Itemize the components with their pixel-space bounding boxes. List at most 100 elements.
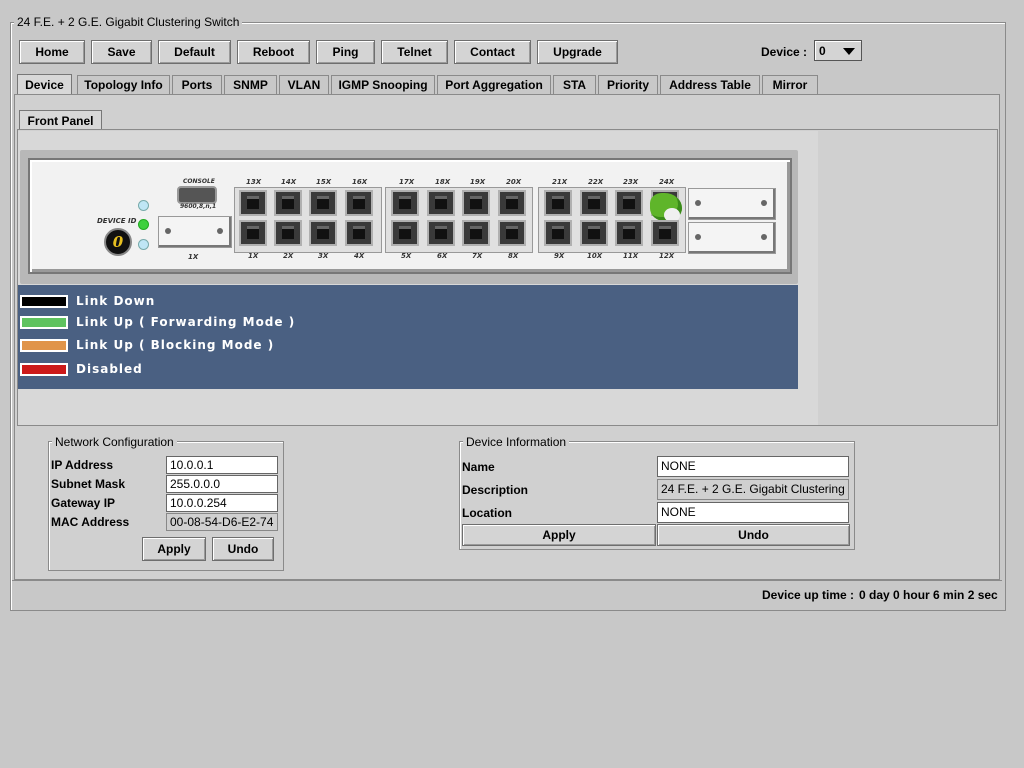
gigabit-slot-top[interactable] bbox=[688, 188, 776, 220]
location-label: Location bbox=[462, 506, 512, 520]
reboot-button[interactable]: Reboot bbox=[237, 40, 310, 64]
port-label-14x: 14X bbox=[281, 178, 297, 186]
mac-address-value: 00-08-54-D6-E2-74 bbox=[166, 513, 278, 531]
save-button[interactable]: Save bbox=[91, 40, 152, 64]
port-5x[interactable] bbox=[391, 220, 419, 246]
device-apply-button[interactable]: Apply bbox=[462, 524, 656, 546]
console-port-icon bbox=[177, 186, 217, 204]
name-field[interactable]: NONE bbox=[657, 456, 849, 477]
tab-port-aggregation[interactable]: Port Aggregation bbox=[437, 75, 551, 94]
port-label-4x: 4X bbox=[354, 252, 365, 260]
console-settings-label: 9600,8,n,1 bbox=[180, 203, 217, 210]
port-label-5x: 5X bbox=[401, 252, 412, 260]
description-label: Description bbox=[462, 483, 529, 497]
contact-button[interactable]: Contact bbox=[454, 40, 531, 64]
port-18x[interactable] bbox=[427, 190, 455, 216]
status-led-1 bbox=[138, 200, 149, 211]
uptime-value: 0 day 0 hour 6 min 2 sec bbox=[859, 588, 998, 602]
port-label-17x: 17X bbox=[399, 178, 415, 186]
port-4x[interactable] bbox=[345, 220, 373, 246]
ip-address-field[interactable]: 10.0.0.1 bbox=[166, 456, 278, 474]
port-23x[interactable] bbox=[615, 190, 643, 216]
port-22x[interactable] bbox=[580, 190, 608, 216]
port-2x[interactable] bbox=[274, 220, 302, 246]
port-21x[interactable] bbox=[544, 190, 572, 216]
console-label: CONSOLE bbox=[183, 178, 215, 185]
port-label-23x: 23X bbox=[623, 178, 639, 186]
port-14x[interactable] bbox=[274, 190, 302, 216]
gateway-ip-field[interactable]: 10.0.0.254 bbox=[166, 494, 278, 512]
tab-sta[interactable]: STA bbox=[553, 75, 596, 94]
default-button[interactable]: Default bbox=[158, 40, 231, 64]
port-label-19x: 19X bbox=[470, 178, 486, 186]
port-label-16x: 16X bbox=[352, 178, 368, 186]
tab-igmp-snooping[interactable]: IGMP Snooping bbox=[331, 75, 435, 94]
port-15x[interactable] bbox=[309, 190, 337, 216]
tab-address-table[interactable]: Address Table bbox=[660, 75, 760, 94]
status-led-2 bbox=[138, 219, 149, 230]
uptime-label: Device up time : bbox=[762, 588, 855, 602]
upgrade-button[interactable]: Upgrade bbox=[537, 40, 618, 64]
screw-icon bbox=[761, 200, 767, 206]
port-8x[interactable] bbox=[498, 220, 526, 246]
port-label-3x: 3X bbox=[318, 252, 329, 260]
legend-swatch-disabled bbox=[20, 362, 68, 376]
port-label-7x: 7X bbox=[472, 252, 483, 260]
network-apply-button[interactable]: Apply bbox=[142, 537, 206, 561]
legend-item: Disabled bbox=[20, 362, 143, 376]
port-9x[interactable] bbox=[544, 220, 572, 246]
screw-icon bbox=[695, 200, 701, 206]
port-label-20x: 20X bbox=[506, 178, 522, 186]
chevron-down-icon bbox=[843, 48, 855, 55]
port-10x[interactable] bbox=[580, 220, 608, 246]
name-label: Name bbox=[462, 460, 495, 474]
gigabit-slot-bottom[interactable] bbox=[688, 222, 776, 254]
tab-snmp[interactable]: SNMP bbox=[224, 75, 277, 94]
network-undo-button[interactable]: Undo bbox=[212, 537, 274, 561]
legend-swatch-blocking bbox=[20, 338, 68, 352]
network-config-title: Network Configuration bbox=[52, 435, 177, 449]
port-20x[interactable] bbox=[498, 190, 526, 216]
location-field[interactable]: NONE bbox=[657, 502, 849, 523]
port-19x[interactable] bbox=[462, 190, 490, 216]
screw-icon bbox=[695, 234, 701, 240]
port-13x[interactable] bbox=[239, 190, 267, 216]
status-led-3 bbox=[138, 239, 149, 250]
port-label-2x: 2X bbox=[283, 252, 294, 260]
legend-label: Link Up ( Forwarding Mode ) bbox=[76, 315, 296, 329]
port-3x[interactable] bbox=[309, 220, 337, 246]
sfp-slot-left[interactable] bbox=[158, 216, 232, 248]
subnet-mask-field[interactable]: 255.0.0.0 bbox=[166, 475, 278, 493]
description-field: 24 F.E. + 2 G.E. Gigabit Clustering bbox=[657, 479, 849, 500]
port-11x[interactable] bbox=[615, 220, 643, 246]
device-id-value: 0 bbox=[112, 233, 124, 251]
tab-priority[interactable]: Priority bbox=[598, 75, 658, 94]
port-7x[interactable] bbox=[462, 220, 490, 246]
tab-device[interactable]: Device bbox=[17, 74, 72, 94]
tab-topology-info[interactable]: Topology Info bbox=[77, 75, 170, 94]
legend-item: Link Up ( Blocking Mode ) bbox=[20, 338, 274, 352]
mac-address-label: MAC Address bbox=[51, 515, 130, 529]
port-label-22x: 22X bbox=[588, 178, 604, 186]
tab-ports[interactable]: Ports bbox=[172, 75, 222, 94]
port-17x[interactable] bbox=[391, 190, 419, 216]
device-select[interactable]: 0 bbox=[814, 40, 862, 61]
subnet-mask-label: Subnet Mask bbox=[51, 477, 126, 491]
port-label-10x: 10X bbox=[587, 252, 603, 260]
port-label-11x: 11X bbox=[623, 252, 639, 260]
port-1x[interactable] bbox=[239, 220, 267, 246]
ping-button[interactable]: Ping bbox=[316, 40, 375, 64]
tab-vlan[interactable]: VLAN bbox=[279, 75, 329, 94]
port-12x[interactable] bbox=[651, 220, 679, 246]
home-button[interactable]: Home bbox=[19, 40, 85, 64]
port-label-15x: 15X bbox=[316, 178, 332, 186]
telnet-button[interactable]: Telnet bbox=[381, 40, 448, 64]
port-6x[interactable] bbox=[427, 220, 455, 246]
legend-label: Disabled bbox=[76, 362, 143, 376]
ip-address-label: IP Address bbox=[51, 458, 114, 472]
device-undo-button[interactable]: Undo bbox=[657, 524, 850, 546]
legend-swatch-link-down bbox=[20, 294, 68, 308]
port-16x[interactable] bbox=[345, 190, 373, 216]
tab-mirror[interactable]: Mirror bbox=[762, 75, 818, 94]
tab-front-panel[interactable]: Front Panel bbox=[19, 110, 102, 130]
